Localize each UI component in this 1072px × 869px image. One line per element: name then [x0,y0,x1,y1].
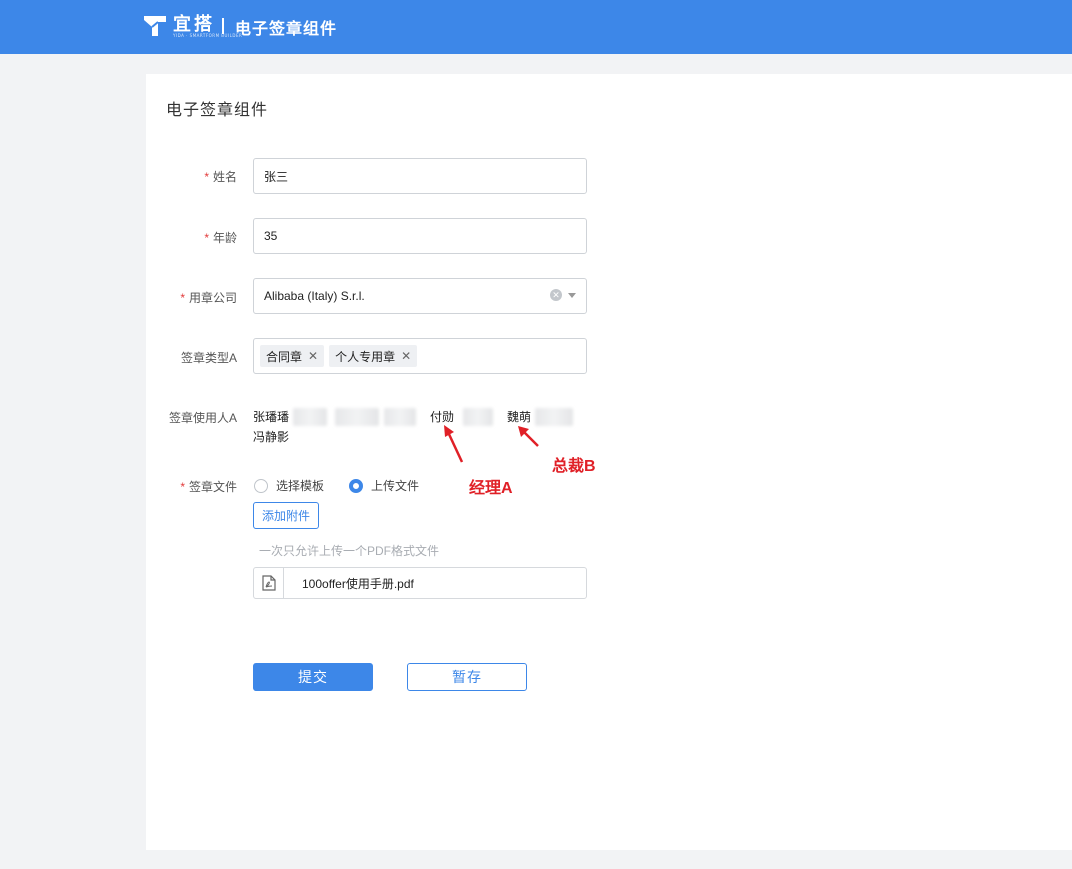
logo-icon [143,14,167,38]
seal-type-multiselect[interactable]: 合同章 ✕ 个人专用章 ✕ [253,338,587,374]
close-icon[interactable]: ✕ [308,349,318,363]
seal-user: 付勋 [430,410,455,424]
required-mark: * [180,291,185,305]
annotation-manager: 经理A [469,480,513,497]
radio-select-template[interactable]: 选择模板 [254,477,324,494]
age-input[interactable]: 35 [253,218,587,254]
seal-type-tag: 个人专用章 ✕ [329,345,418,367]
seal-file-label: * 签章文件 [180,480,237,494]
add-attachment-button[interactable]: 添加附件 [253,502,319,529]
logo[interactable]: 宜搭 YIDA · SMARTFORM BUILDER [143,14,242,38]
redacted-block [293,408,327,426]
pdf-file-icon [254,568,284,598]
seal-user: 张璠璠 [253,410,290,424]
annotation-arrow-manager [444,425,464,463]
top-bar: 宜搭 YIDA · SMARTFORM BUILDER 电子签章组件 [0,0,1072,54]
app-title: 电子签章组件 [235,21,338,38]
required-mark: * [180,480,185,494]
seal-user: 魏萌 [507,410,532,424]
annotation-arrow-president [518,426,539,447]
company-select-value: Alibaba (Italy) S.r.l. [264,289,365,303]
seal-type-tag: 合同章 ✕ [260,345,325,367]
required-mark: * [204,231,209,245]
radio-checked-icon[interactable] [349,478,363,493]
logo-text: 宜搭 [173,13,215,34]
upload-hint: 一次只允许上传一个PDF格式文件 [259,544,440,558]
seal-users-label: 签章使用人A [168,411,237,425]
uploaded-file-item[interactable]: 100offer使用手册.pdf [253,567,587,599]
company-label: * 用章公司 [180,291,237,305]
clear-icon[interactable]: ✕ [550,289,562,301]
file-name[interactable]: 100offer使用手册.pdf [302,575,414,592]
name-label: * 姓名 [204,170,237,184]
submit-button[interactable]: 提交 [253,663,373,691]
chevron-down-icon[interactable] [568,292,576,298]
redacted-block [335,408,379,426]
seal-user: 冯静影 [253,430,290,444]
header-divider [222,18,224,34]
age-label: * 年龄 [204,231,237,245]
logo-subtext: YIDA · SMARTFORM BUILDER [173,32,243,38]
radio-upload-file[interactable]: 上传文件 [349,477,419,494]
annotation-president: 总裁B [552,458,596,475]
seal-type-label: 签章类型A [180,351,237,365]
save-draft-button[interactable]: 暂存 [407,663,527,691]
radio-unchecked-icon[interactable] [254,478,268,493]
form-card: 电子签章组件 * 姓名 张三 * 年龄 35 * 用章公司 Alibaba (Ital… [146,74,1072,850]
page-title: 电子签章组件 [166,102,269,119]
redacted-block [384,408,416,426]
company-select[interactable]: Alibaba (Italy) S.r.l. ✕ [253,278,587,314]
close-icon[interactable]: ✕ [401,349,411,363]
name-input[interactable]: 张三 [253,158,587,194]
required-mark: * [204,170,209,184]
